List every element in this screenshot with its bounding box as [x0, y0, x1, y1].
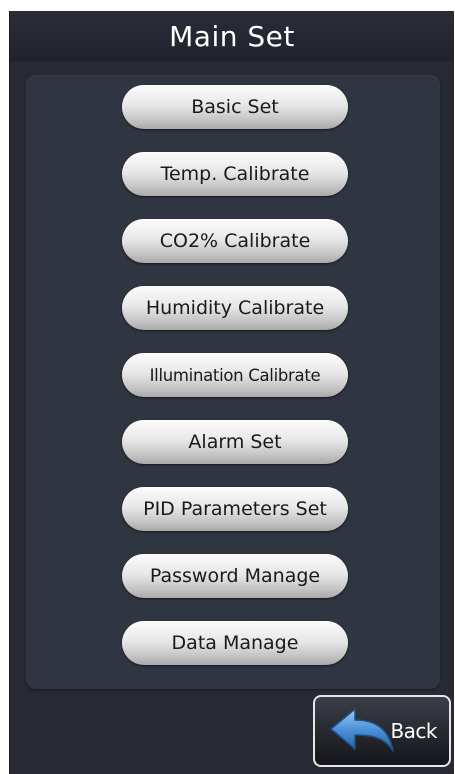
back-button[interactable]: Back: [313, 695, 451, 767]
password-manage-button[interactable]: Password Manage: [122, 554, 348, 598]
main-set-screen: Main Set Basic Set Temp. Calibrate CO2% …: [9, 11, 454, 774]
co2-calibrate-button[interactable]: CO2% Calibrate: [122, 219, 348, 263]
illumination-calibrate-button[interactable]: Illumination Calibrate: [122, 353, 348, 397]
pid-parameters-set-button[interactable]: PID Parameters Set: [122, 487, 348, 531]
alarm-set-button[interactable]: Alarm Set: [122, 420, 348, 464]
data-manage-button[interactable]: Data Manage: [122, 621, 348, 665]
humidity-calibrate-button[interactable]: Humidity Calibrate: [122, 286, 348, 330]
title-bar: Main Set: [10, 11, 454, 61]
menu: Basic Set Temp. Calibrate CO2% Calibrate…: [26, 75, 440, 689]
basic-set-button[interactable]: Basic Set: [122, 85, 348, 129]
page-title: Main Set: [169, 19, 295, 53]
temp-calibrate-button[interactable]: Temp. Calibrate: [122, 152, 348, 196]
menu-panel: Basic Set Temp. Calibrate CO2% Calibrate…: [26, 75, 440, 689]
back-arrow-icon: [330, 708, 394, 752]
